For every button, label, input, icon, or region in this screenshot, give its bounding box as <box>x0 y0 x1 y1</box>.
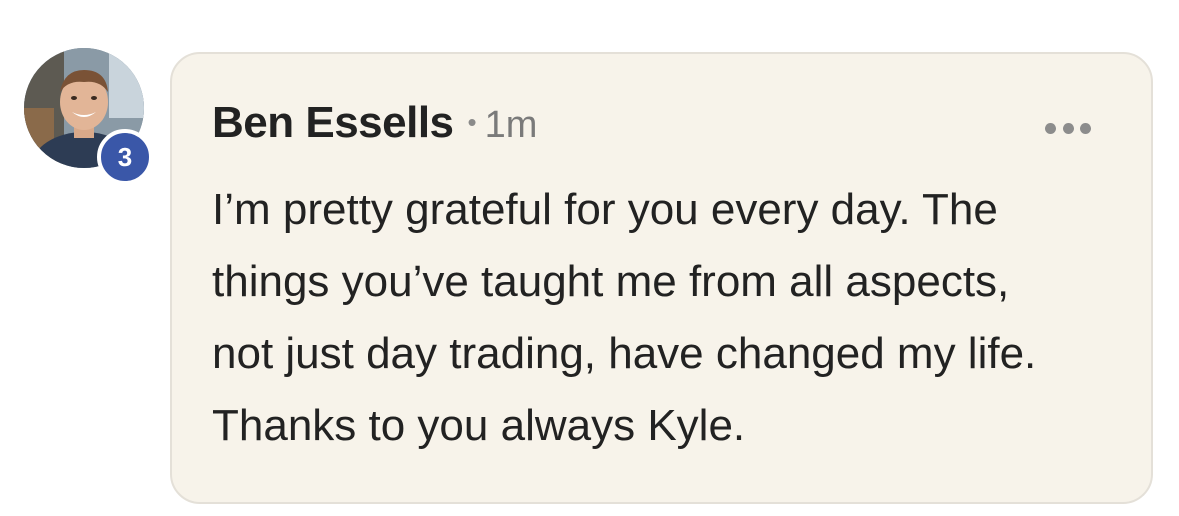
more-dot <box>1045 122 1056 134</box>
comment-line: Thanks to you always Kyle. <box>212 401 746 450</box>
author-name[interactable]: Ben Essells <box>212 98 454 148</box>
more-dot <box>1080 122 1091 134</box>
separator-dot: • <box>467 107 477 137</box>
comment-text: I’m pretty grateful for you every day. T… <box>212 174 1112 462</box>
avatar-container[interactable]: 3 <box>24 48 153 185</box>
comment-header: Ben Essells • 1m <box>212 98 537 148</box>
more-dot <box>1062 122 1074 134</box>
comment-bubble: Ben Essells • 1m I’m pretty grateful for… <box>170 52 1153 504</box>
comment-line: not just day trading, have changed my li… <box>212 329 1037 378</box>
comment-line: I’m pretty grateful for you every day. T… <box>212 185 998 234</box>
comment-row: 3 Ben Essells • 1m I’m pretty grateful f… <box>0 0 1179 516</box>
more-options-icon[interactable] <box>1045 120 1091 136</box>
notification-badge: 3 <box>97 129 153 185</box>
comment-line: things you’ve taught me from all aspects… <box>212 257 1010 306</box>
comment-timestamp[interactable]: 1m <box>485 104 538 147</box>
